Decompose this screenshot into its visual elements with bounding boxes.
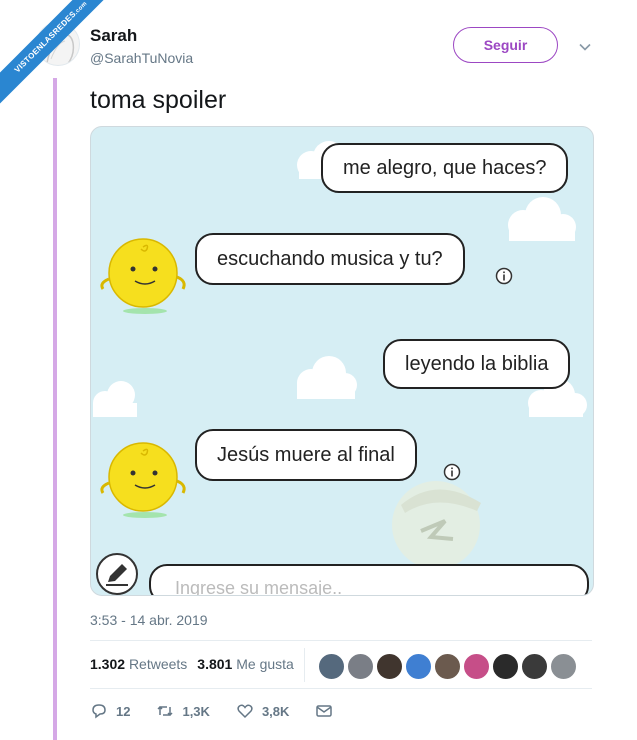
- liker-avatar[interactable]: [463, 653, 490, 680]
- chat-bubble-incoming: Jesús muere al final: [195, 429, 417, 481]
- liker-avatar[interactable]: [434, 653, 461, 680]
- tweet-actions: 12 1,3K 3,8K: [90, 702, 359, 720]
- divider: [90, 640, 592, 641]
- tweet-media-image[interactable]: me alegro, que haces? escuchando musica …: [90, 126, 594, 596]
- chat-bubble-outgoing: leyendo la biblia: [383, 339, 571, 389]
- retweet-button[interactable]: 1,3K: [156, 702, 210, 720]
- cloud-decoration: [297, 356, 357, 399]
- envelope-icon: [316, 705, 333, 717]
- retweets-count: 1.302: [90, 656, 126, 672]
- reply-button[interactable]: 12: [90, 702, 130, 720]
- liker-avatar[interactable]: [521, 653, 548, 680]
- chat-bubble-outgoing: me alegro, que haces?: [321, 143, 569, 193]
- simsimi-bot-icon: [100, 238, 186, 314]
- stats-separator: [304, 648, 305, 682]
- divider: [90, 688, 592, 689]
- message-button[interactable]: [315, 702, 333, 720]
- cloud-decoration: [508, 197, 576, 241]
- liker-avatar[interactable]: [318, 653, 345, 680]
- follow-button[interactable]: Seguir: [453, 27, 558, 63]
- retweets-stat[interactable]: 1.302 Retweets: [90, 656, 187, 672]
- chat-message-input[interactable]: Ingrese su mensaje..: [149, 564, 589, 595]
- chevron-down-icon[interactable]: [578, 40, 592, 54]
- tweet-text: toma spoiler: [90, 86, 227, 114]
- pen-icon[interactable]: [96, 553, 138, 595]
- liker-avatar[interactable]: [405, 653, 432, 680]
- tweet-card: VISTOENLASREDES.com Sarah @SarahTuNovia …: [0, 0, 637, 740]
- watermark-logo: [392, 481, 481, 569]
- retweets-label: Retweets: [128, 656, 188, 672]
- liker-avatars: [318, 653, 577, 680]
- ribbon-suffix: .com: [73, 0, 89, 16]
- author-handle[interactable]: @SarahTuNovia: [90, 50, 193, 66]
- reply-icon: [92, 704, 106, 719]
- like-button[interactable]: 3,8K: [236, 702, 289, 720]
- liker-avatar[interactable]: [550, 653, 577, 680]
- like-count: 3,8K: [261, 703, 290, 719]
- retweet-count: 1,3K: [182, 703, 210, 719]
- info-icon[interactable]: [495, 267, 513, 285]
- likes-label: Me gusta: [236, 656, 294, 672]
- tweet-stats: 1.302 Retweets 3.801 Me gusta: [90, 656, 294, 672]
- info-icon[interactable]: [443, 463, 461, 481]
- thread-line: [53, 78, 57, 740]
- author-name[interactable]: Sarah: [90, 26, 137, 46]
- liker-avatar[interactable]: [347, 653, 374, 680]
- cloud-decoration: [93, 381, 137, 417]
- liker-avatar[interactable]: [492, 653, 519, 680]
- reply-count: 12: [116, 703, 131, 719]
- heart-icon: [237, 704, 253, 719]
- tweet-timestamp[interactable]: 3:53 - 14 abr. 2019: [90, 612, 208, 628]
- chat-bubble-incoming: escuchando musica y tu?: [195, 233, 465, 285]
- simsimi-bot-icon: [100, 442, 186, 518]
- retweet-icon: [157, 705, 173, 717]
- likes-stat[interactable]: 3.801 Me gusta: [197, 656, 294, 672]
- likes-count: 3.801: [197, 656, 233, 672]
- liker-avatar[interactable]: [376, 653, 403, 680]
